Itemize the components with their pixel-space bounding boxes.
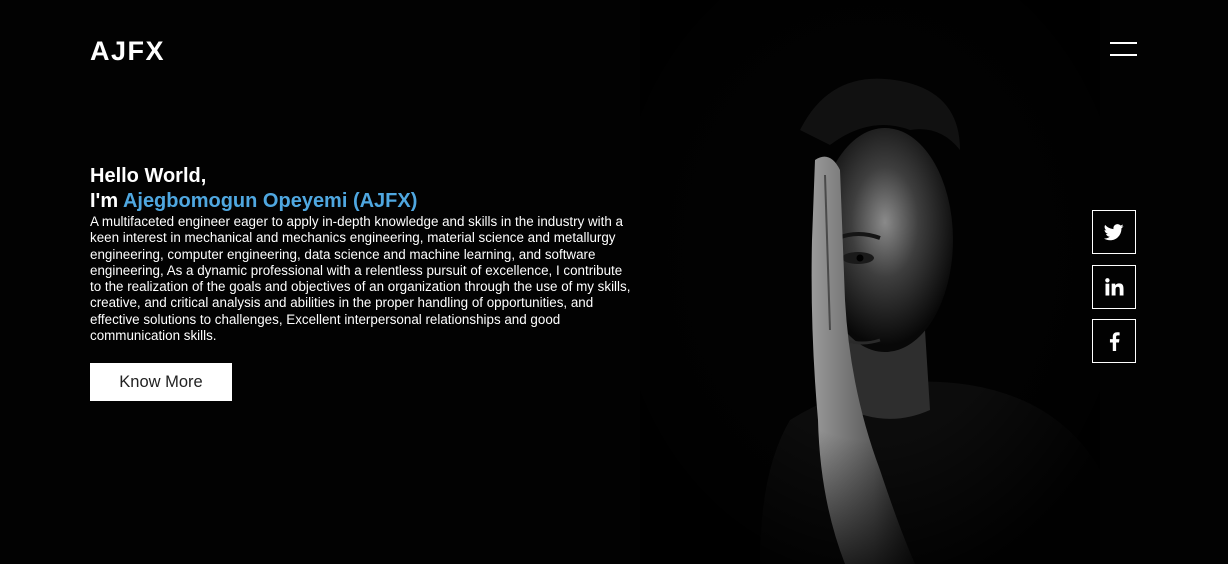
hamburger-menu-icon[interactable] — [1108, 38, 1140, 62]
hero-portrait-image — [640, 0, 1100, 564]
author-name: Ajegbomogun Opeyemi (AJFX) — [122, 190, 418, 212]
linkedin-icon — [1104, 278, 1123, 296]
greeting-heading: Hello World, — [90, 165, 207, 187]
hero-section: AJFX Hello World, I'm Ajegbomogun Opeyem… — [0, 0, 1228, 564]
bio-paragraph: A multifaceted engineer eager to apply i… — [90, 214, 631, 344]
intro-block: Hello World, I'm Ajegbomogun Opeyemi (AJ… — [90, 164, 635, 344]
facebook-icon — [1109, 331, 1120, 351]
twitter-link[interactable] — [1092, 210, 1136, 254]
linkedin-link[interactable] — [1092, 265, 1136, 309]
twitter-icon — [1104, 223, 1124, 240]
know-more-button[interactable]: Know More — [90, 363, 232, 401]
menu-bar-top — [1110, 42, 1137, 44]
site-logo[interactable]: AJFX — [90, 36, 165, 67]
name-heading: I'm Ajegbomogun Opeyemi (AJFX) — [90, 189, 635, 214]
facebook-link[interactable] — [1092, 319, 1136, 363]
menu-bar-bottom — [1110, 54, 1137, 56]
im-prefix: I'm — [90, 190, 119, 212]
